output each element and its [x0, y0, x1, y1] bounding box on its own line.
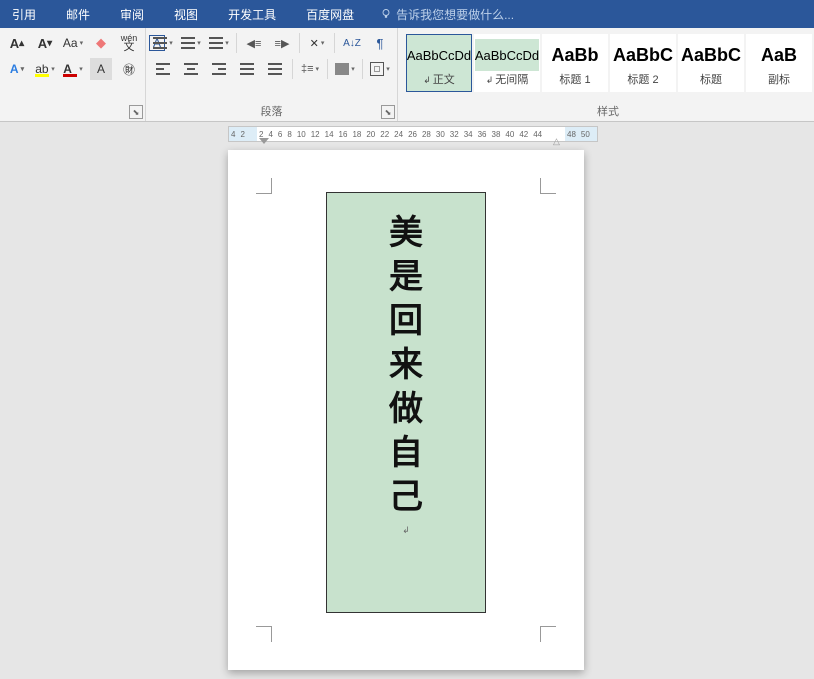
tab-mailings[interactable]: 邮件	[62, 0, 94, 29]
style-title[interactable]: AaBbC 标题	[678, 34, 744, 92]
tell-me-search[interactable]: 告诉我您想要做什么...	[380, 6, 514, 23]
style-no-spacing[interactable]: AaBbCcDd ↲无间隔	[474, 34, 540, 92]
styles-gallery[interactable]: AaBbCcDd ↲正文 AaBbCcDd ↲无间隔 AaBb 标题 1 AaB…	[404, 32, 812, 92]
text-box[interactable]: 美 是 回 来 做 自 己 ↲	[326, 192, 486, 613]
sort-button[interactable]: A↓Z	[341, 32, 363, 54]
style-subtitle[interactable]: AaB 副标	[746, 34, 812, 92]
clear-formatting-button[interactable]: ◆	[90, 32, 112, 54]
tab-developer[interactable]: 开发工具	[224, 0, 280, 29]
menu-bar: 引用 邮件 审阅 视图 开发工具 百度网盘 告诉我您想要做什么...	[0, 0, 814, 28]
group-font: A▴ A▾ Aa ◆ wén文 A A ab A A ㊖ ⬊	[0, 28, 146, 121]
align-distribute-button[interactable]	[264, 58, 286, 80]
enclose-characters-button[interactable]: ㊖	[118, 58, 140, 80]
indent-marker-icon[interactable]	[259, 138, 269, 144]
decrease-indent-button[interactable]: ◀≡	[243, 32, 265, 54]
tell-me-placeholder: 告诉我您想要做什么...	[396, 6, 514, 23]
crop-mark-icon	[256, 626, 272, 642]
line-spacing-button[interactable]: ‡≡	[299, 58, 321, 80]
style-preview: AaBbC	[681, 39, 741, 71]
ribbon: A▴ A▾ Aa ◆ wén文 A A ab A A ㊖ ⬊	[0, 28, 814, 122]
group-styles: AaBbCcDd ↲正文 AaBbCcDd ↲无间隔 AaBb 标题 1 AaB…	[398, 28, 814, 121]
doc-char: 做	[389, 393, 423, 427]
shrink-font-button[interactable]: A▾	[34, 32, 56, 54]
paragraph-dialog-launcher[interactable]: ⬊	[381, 105, 395, 119]
doc-char: 己	[389, 481, 423, 515]
tab-view[interactable]: 视图	[170, 0, 202, 29]
style-heading1[interactable]: AaBb 标题 1	[542, 34, 608, 92]
multilevel-list-button[interactable]	[208, 32, 230, 54]
text-effects-button[interactable]: A	[6, 58, 28, 80]
paragraph-mark-icon: ↲	[402, 525, 410, 536]
grow-font-button[interactable]: A▴	[6, 32, 28, 54]
styles-group-label: 样式	[404, 101, 812, 121]
doc-char: 是	[389, 261, 423, 295]
tab-baidu[interactable]: 百度网盘	[302, 0, 358, 29]
shading-button[interactable]	[334, 58, 356, 80]
style-preview: AaBb	[551, 39, 598, 71]
align-justify-button[interactable]	[236, 58, 258, 80]
align-left-button[interactable]	[152, 58, 174, 80]
crop-mark-icon	[256, 178, 272, 194]
style-preview: AaBbC	[613, 39, 673, 71]
crop-mark-icon	[540, 178, 556, 194]
change-case-button[interactable]: Aa	[62, 32, 84, 54]
align-center-button[interactable]	[180, 58, 202, 80]
paragraph-group-label: 段落	[152, 101, 391, 121]
doc-char: 美	[389, 217, 423, 251]
highlight-button[interactable]: ab	[34, 58, 56, 80]
crop-mark-icon	[540, 626, 556, 642]
doc-char: 来	[389, 349, 423, 383]
character-shading-button[interactable]: A	[90, 58, 112, 80]
tab-review[interactable]: 审阅	[116, 0, 148, 29]
workspace: 42 2468101214161820222426283032343638404…	[0, 122, 814, 679]
document-page[interactable]: 美 是 回 来 做 自 己 ↲	[228, 150, 584, 670]
font-color-button[interactable]: A	[62, 58, 84, 80]
style-heading2[interactable]: AaBbC 标题 2	[610, 34, 676, 92]
doc-char: 自	[389, 437, 423, 471]
style-preview: AaBbCcDd	[475, 39, 539, 71]
numbering-button[interactable]	[180, 32, 202, 54]
tab-references[interactable]: 引用	[8, 0, 40, 29]
style-preview: AaB	[761, 39, 797, 71]
group-paragraph: ◀≡ ≡▶ ✕ A↓Z ¶ ‡≡ 段落	[146, 28, 398, 121]
doc-char: 回	[389, 305, 423, 339]
font-dialog-launcher[interactable]: ⬊	[129, 105, 143, 119]
horizontal-ruler[interactable]: 42 2468101214161820222426283032343638404…	[228, 126, 598, 142]
bullets-button[interactable]	[152, 32, 174, 54]
asian-layout-button[interactable]: ✕	[306, 32, 328, 54]
right-indent-marker-icon[interactable]: △	[553, 136, 560, 147]
borders-button[interactable]	[369, 58, 391, 80]
align-right-button[interactable]	[208, 58, 230, 80]
increase-indent-button[interactable]: ≡▶	[271, 32, 293, 54]
show-marks-button[interactable]: ¶	[369, 32, 391, 54]
phonetic-guide-button[interactable]: wén文	[118, 32, 140, 54]
style-normal[interactable]: AaBbCcDd ↲正文	[406, 34, 472, 92]
style-preview: AaBbCcDd	[407, 39, 471, 71]
lightbulb-icon	[380, 8, 392, 20]
